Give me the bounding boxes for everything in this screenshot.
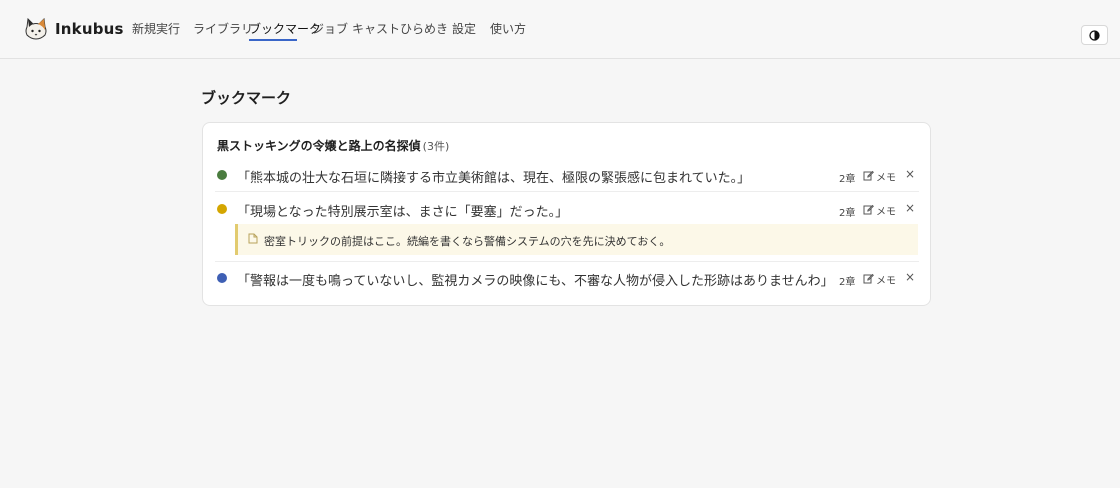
remove-bookmark-button[interactable]: ×	[903, 166, 917, 182]
nav-how-to[interactable]: 使い方	[490, 20, 526, 37]
memo-button[interactable]: メモ	[863, 202, 896, 218]
memo-label: メモ	[876, 207, 896, 218]
bookmark-count: (3件)	[422, 140, 450, 153]
episode-label: 2章	[839, 277, 856, 288]
memo-button[interactable]: メモ	[863, 271, 896, 287]
nav-active-indicator	[249, 39, 297, 41]
edit-icon	[863, 170, 874, 181]
nav-new-run[interactable]: 新規実行	[132, 20, 180, 37]
remove-bookmark-button[interactable]: ×	[903, 200, 917, 216]
bookmark-color-dot	[217, 204, 227, 214]
note-icon	[248, 233, 258, 244]
top-header: Inkubus 新規実行 ライブラリ ブックマーク ジョブ キャスト ひらめき …	[0, 0, 1120, 59]
edit-icon	[863, 273, 874, 284]
episode-label: 2章	[839, 208, 856, 219]
memo-text: 密室トリックの前提はここ。続編を書くなら警備システムの穴を先に決めておく。	[264, 235, 671, 248]
bookmark-group-card: 黒ストッキングの令嬢と路上の名探偵 (3件) 「熊本城の壮大な石垣に隣接する市立美…	[202, 122, 931, 306]
nav-library[interactable]: ライブラリ	[193, 20, 253, 37]
bookmark-item[interactable]: 「警報は一度も鳴っていないし、監視カメラの映像にも、不審な人物が侵入した形跡はあ…	[215, 262, 919, 294]
bookmark-item[interactable]: 「熊本城の壮大な石垣に隣接する市立美術館は、現在、極限の緊張感に包まれていた。」…	[215, 159, 919, 191]
bookmark-memo-note[interactable]: 密室トリックの前提はここ。続編を書くなら警備システムの穴を先に決めておく。	[235, 224, 918, 255]
work-title-text: 黒ストッキングの令嬢と路上の名探偵	[217, 139, 421, 153]
work-title: 黒ストッキングの令嬢と路上の名探偵 (3件)	[217, 137, 449, 154]
nav-jobs[interactable]: ジョブ	[312, 20, 348, 37]
cat-logo-icon[interactable]	[24, 18, 48, 40]
brand-name[interactable]: Inkubus	[55, 20, 124, 38]
memo-button[interactable]: メモ	[863, 168, 896, 184]
bookmark-quote[interactable]: 「現場となった特別展示室は、まさに「要塞」だった。」	[237, 201, 568, 220]
edit-icon	[863, 204, 874, 215]
nav-cast[interactable]: キャスト	[352, 20, 400, 37]
page-title: ブックマーク	[201, 89, 292, 107]
bookmark-item[interactable]: 「現場となった特別展示室は、まさに「要塞」だった。」 2章 メモ ×	[215, 193, 919, 225]
contrast-icon	[1089, 30, 1100, 41]
row-divider	[215, 191, 919, 192]
remove-bookmark-button[interactable]: ×	[903, 269, 917, 285]
nav-bookmarks[interactable]: ブックマーク	[249, 20, 321, 37]
memo-label: メモ	[876, 173, 896, 184]
nav-settings[interactable]: 設定	[452, 20, 476, 37]
bookmark-quote[interactable]: 「警報は一度も鳴っていないし、監視カメラの映像にも、不審な人物が侵入した形跡はあ…	[237, 270, 834, 289]
theme-toggle-button[interactable]	[1081, 25, 1108, 45]
bookmark-quote[interactable]: 「熊本城の壮大な石垣に隣接する市立美術館は、現在、極限の緊張感に包まれていた。」	[237, 167, 750, 186]
memo-label: メモ	[876, 276, 896, 287]
bookmark-color-dot	[217, 273, 227, 283]
nav-ideas[interactable]: ひらめき	[400, 20, 448, 37]
bookmark-color-dot	[217, 170, 227, 180]
episode-label: 2章	[839, 174, 856, 185]
